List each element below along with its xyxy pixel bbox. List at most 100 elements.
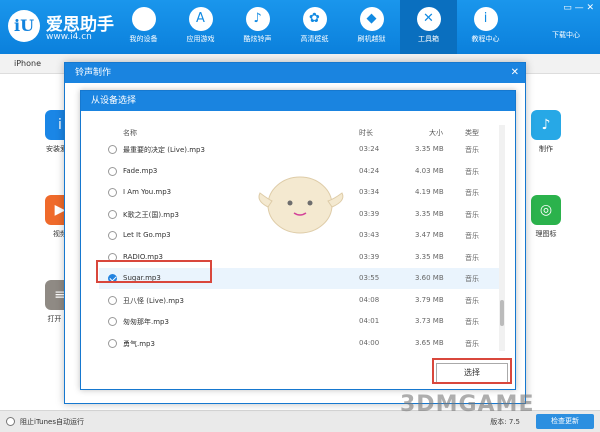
tool-label: 制作	[539, 145, 553, 153]
file-name: I Am You.mp3	[123, 188, 172, 196]
close-icon[interactable]: ✕	[511, 63, 519, 83]
file-size: 3.65 MB	[415, 338, 444, 347]
file-duration: 03:55	[359, 274, 380, 282]
scroll-thumb[interactable]	[500, 300, 504, 326]
file-size: 3.35 MB	[415, 252, 444, 261]
nav-label: 教程中心	[471, 35, 500, 43]
header-type[interactable]: 类型	[465, 128, 479, 138]
window-controls[interactable]: ▭ — ✕	[563, 3, 594, 13]
info-icon: i	[473, 7, 498, 31]
appstore-icon: A	[188, 7, 213, 31]
nav-label: 刷机越狱	[357, 35, 386, 43]
watermark-text: 3DMGAME	[400, 392, 535, 417]
file-size: 3.35 MB	[415, 145, 444, 153]
brand-url: www.i4.cn	[46, 32, 92, 42]
nav-label: 高清壁纸	[300, 35, 329, 43]
file-duration: 03:34	[359, 188, 380, 196]
nav-item-2[interactable]: ♪ 酷炫铃声	[229, 0, 286, 54]
flower-icon: ✿	[302, 7, 327, 31]
file-duration: 03:39	[359, 209, 380, 218]
block-itunes-checkbox[interactable]	[6, 417, 15, 426]
box-icon: ◆	[359, 7, 384, 31]
tool-label: 理图标	[535, 230, 557, 238]
file-type: 音乐	[465, 167, 479, 176]
select-button-highlight	[432, 358, 512, 384]
file-row[interactable]: 匆匆那年.mp3 04:01 3.73 MB 音乐	[99, 311, 501, 332]
file-size: 3.73 MB	[415, 317, 444, 325]
list-header: 名称 时长 大小 类型	[99, 125, 499, 139]
ringtone-make-tool[interactable]: ♪ 制作	[526, 110, 566, 154]
top-navigation-bar: iU 爱思助手 www.i4.cn 我的设备 A 应用游戏 ♪ 酷炫铃声 ✿ 高清壁纸 ◆ 刷机…	[0, 0, 600, 54]
file-type: 音乐	[465, 253, 479, 262]
block-itunes-label: 阻止iTunes自动运行	[20, 418, 84, 426]
nav-label: 我的设备	[129, 35, 158, 43]
file-type: 音乐	[465, 275, 479, 283]
version-label: 版本: 7.5	[490, 418, 520, 426]
file-radio[interactable]	[108, 295, 117, 305]
file-name: 匆匆那年.mp3	[123, 318, 169, 326]
main-nav: 我的设备 A 应用游戏 ♪ 酷炫铃声 ✿ 高清壁纸 ◆ 刷机越狱 ✕ 工具箱 i 教程中心	[115, 0, 514, 54]
file-row[interactable]: 勇气.mp3 04:00 3.65 MB 音乐	[99, 333, 501, 350]
file-type: 音乐	[465, 146, 479, 154]
dialog-title: 铃声制作	[75, 68, 112, 78]
icon-manage-tool[interactable]: ◎ 理图标	[526, 195, 566, 239]
file-radio[interactable]	[108, 145, 117, 154]
music-icon: ♪	[531, 110, 561, 140]
file-duration: 04:00	[359, 338, 380, 347]
file-size: 3.47 MB	[415, 231, 444, 239]
selected-file-highlight	[96, 260, 212, 283]
header-name[interactable]: 名称	[123, 128, 137, 138]
list-scrollbar[interactable]	[499, 125, 505, 351]
nav-item-3[interactable]: ✿ 高清壁纸	[286, 0, 343, 54]
dialog-title-bar: 铃声制作 ✕	[65, 63, 525, 83]
download-center-link[interactable]: 下载中心	[552, 30, 580, 40]
circle-icon: ◎	[531, 195, 561, 225]
file-radio[interactable]	[108, 209, 117, 219]
tools-icon: ✕	[416, 7, 441, 31]
header-time[interactable]: 时长	[359, 128, 373, 138]
brand-logo: iU	[8, 10, 40, 42]
file-radio[interactable]	[108, 231, 117, 240]
file-duration: 04:01	[359, 317, 380, 325]
file-name: Let It Go.mp3	[123, 231, 171, 239]
nav-item-6[interactable]: i 教程中心	[457, 0, 514, 54]
file-type: 音乐	[465, 318, 479, 326]
check-update-button[interactable]: 检查更新	[536, 414, 594, 429]
bell-icon: ♪	[245, 7, 270, 31]
file-row[interactable]: 最重要的决定 (Live).mp3 03:24 3.35 MB 音乐	[99, 139, 501, 160]
file-name: 勇气.mp3	[123, 339, 155, 348]
file-type: 音乐	[465, 232, 479, 240]
nav-item-1[interactable]: A 应用游戏	[172, 0, 229, 54]
nav-item-4[interactable]: ◆ 刷机越狱	[343, 0, 400, 54]
file-duration: 04:08	[359, 295, 380, 304]
file-size: 3.79 MB	[415, 295, 444, 304]
file-size: 3.60 MB	[415, 274, 444, 282]
file-size: 3.35 MB	[415, 209, 444, 218]
mascot-watermark-icon	[258, 176, 344, 234]
nav-label: 工具箱	[418, 35, 439, 43]
dialog-title: 从设备选择	[81, 91, 515, 111]
nav-item-0[interactable]: 我的设备	[115, 0, 172, 54]
file-type: 音乐	[465, 339, 479, 348]
file-duration: 04:24	[359, 166, 380, 175]
file-radio[interactable]	[108, 317, 117, 326]
file-radio[interactable]	[108, 166, 117, 176]
file-row[interactable]: 丑八怪 (Live).mp3 04:08 3.79 MB 音乐	[99, 290, 501, 311]
file-name: 丑八怪 (Live).mp3	[123, 296, 184, 305]
file-duration: 03:43	[359, 231, 380, 239]
apple-icon	[131, 7, 156, 31]
file-size: 4.03 MB	[415, 166, 444, 175]
file-name: Fade.mp3	[123, 166, 158, 175]
file-type: 音乐	[465, 296, 479, 305]
file-radio[interactable]	[108, 188, 117, 197]
nav-label: 应用游戏	[186, 35, 215, 43]
header-size[interactable]: 大小	[429, 128, 443, 138]
file-size: 4.19 MB	[415, 188, 444, 196]
file-type: 音乐	[465, 210, 479, 219]
file-name: 最重要的决定 (Live).mp3	[123, 146, 205, 154]
file-name: K歌之王(国).mp3	[123, 210, 179, 219]
file-duration: 03:24	[359, 145, 380, 153]
device-tab[interactable]: iPhone	[14, 59, 41, 68]
nav-item-5[interactable]: ✕ 工具箱	[400, 0, 457, 54]
file-radio[interactable]	[108, 338, 117, 348]
